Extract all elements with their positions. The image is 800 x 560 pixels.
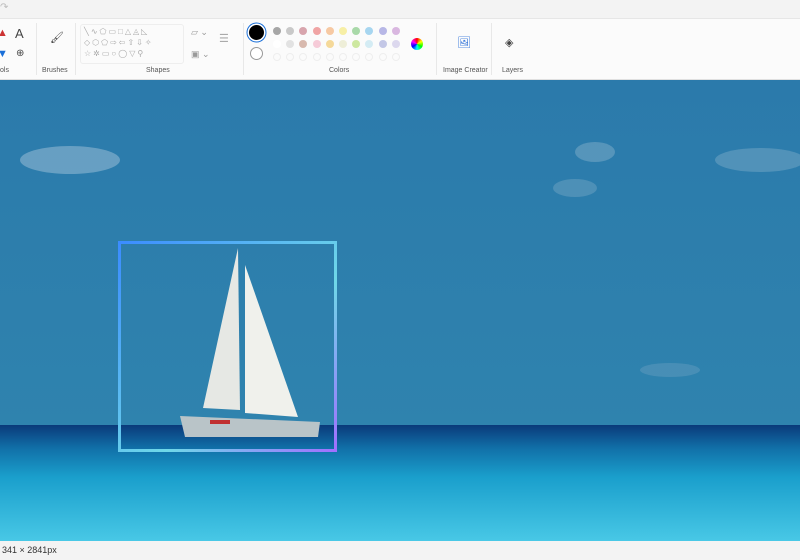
shapes-gallery[interactable]: ╲∿⬠▭□△◬◺ ◇⬡⬠⇨⇦⇧⇩✧ ☆✲▭○◯▽⚲ [80,24,184,64]
shapes-label: Shapes [146,67,170,74]
canvas[interactable] [0,80,800,541]
color-swatch[interactable] [365,27,374,35]
layers-icon[interactable]: ◈ [505,36,513,49]
color-swatch[interactable] [378,27,387,35]
edit-colors-icon[interactable] [411,38,423,50]
custom-color-slot[interactable] [352,53,361,61]
title-bar: ↷ [0,0,800,19]
fill-style-icon[interactable]: ▣ ⌄ [191,49,210,60]
color-swatch[interactable] [286,40,295,48]
color-swatch[interactable] [299,27,308,35]
custom-color-slot[interactable] [299,53,308,61]
image-creator-label: Image Creator [443,67,488,74]
outline-icon[interactable]: ▱ ⌄ [191,27,208,38]
custom-color-slot[interactable] [312,53,321,61]
text-tool-icon[interactable]: A [15,26,24,41]
tools-label: ols [0,67,9,74]
custom-color-slot[interactable] [391,53,400,61]
size-icon[interactable]: ☰ [219,32,229,45]
ribbon: ▲ A ▼ ⊕ ols 🖌 Brushes ╲∿⬠▭□△◬◺ ◇⬡⬠⇨⇦⇧⇩✧ ☆✲… [0,19,800,80]
brush-icon[interactable]: 🖌 [50,31,64,44]
color-swatch[interactable] [286,27,295,35]
colors-label: Colors [329,67,350,74]
custom-color-slot[interactable] [273,53,281,61]
layers-label: Layers [502,67,524,74]
color-swatch[interactable] [365,40,374,48]
color-swatch[interactable] [391,27,400,35]
color-swatch[interactable] [339,27,347,35]
custom-color-slot[interactable] [286,53,295,61]
color-picker-icon[interactable]: ▼ [0,48,8,60]
custom-color-slot[interactable] [325,53,334,61]
image-creator-icon[interactable]: 🖼 [457,36,471,49]
redo-icon[interactable]: ↷ [0,2,8,13]
status-bar: 341 × 2841px [0,541,800,560]
color-swatch[interactable] [312,27,321,35]
custom-color-slot[interactable] [339,53,347,61]
secondary-color[interactable] [250,47,263,60]
image-dimensions: 341 × 2841px [2,545,57,555]
primary-color[interactable] [249,25,264,40]
custom-color-slot[interactable] [365,53,374,61]
color-swatch[interactable] [391,40,400,48]
color-swatch[interactable] [273,40,281,48]
color-swatch[interactable] [339,40,347,48]
brushes-label: Brushes [42,67,68,74]
selection-box[interactable] [118,241,337,452]
color-swatch[interactable] [378,40,387,48]
color-swatch[interactable] [325,40,334,48]
color-swatch[interactable] [352,40,361,48]
magnifier-icon[interactable]: ⊕ [16,48,24,59]
custom-color-slot[interactable] [378,53,387,61]
color-swatch[interactable] [273,27,281,35]
color-swatch[interactable] [299,40,308,48]
color-swatch[interactable] [325,27,334,35]
fill-icon[interactable]: ▲ [0,27,8,39]
color-swatch[interactable] [352,27,361,35]
color-swatch[interactable] [312,40,321,48]
